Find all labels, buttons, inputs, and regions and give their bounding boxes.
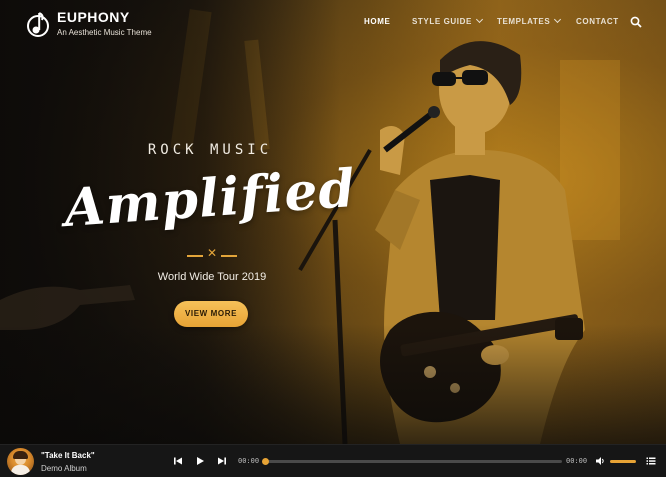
track-album: Demo Album [41,464,87,473]
current-time: 00:00 [238,457,260,465]
progress-bar[interactable] [262,458,562,465]
duration-time: 00:00 [566,457,588,465]
chevron-down-icon [475,15,483,24]
next-track-icon[interactable] [217,456,227,466]
play-icon[interactable] [195,456,205,466]
album-art[interactable] [7,448,34,475]
nav-item-contact[interactable]: CONTACT [576,17,619,26]
volume-slider[interactable] [610,460,636,463]
nav-item-home[interactable]: HOME [364,17,390,26]
site-header: EUPHONY An Aesthetic Music Theme HOME ST… [0,0,666,48]
nav-item-templates[interactable]: TEMPLATES [497,15,562,26]
volume-icon[interactable] [595,456,605,466]
nav-item-label: STYLE GUIDE [412,17,472,26]
playlist-icon[interactable] [646,456,656,466]
album-art-hair [13,451,28,459]
hero-bottom-fade [0,324,666,444]
site-tagline: An Aesthetic Music Theme [57,28,152,37]
site-title[interactable]: EUPHONY [57,9,130,25]
nav-item-label: TEMPLATES [497,17,551,26]
search-icon[interactable] [630,16,642,28]
tour-text: World Wide Tour 2019 [157,271,267,283]
divider-line [187,255,203,257]
album-art-figure [11,465,30,475]
nav-item-label: CONTACT [576,17,619,26]
cross-icon: ✕ [207,246,218,260]
track-title: "Take It Back" [41,451,95,460]
progress-handle[interactable] [262,458,269,465]
view-more-button[interactable]: VIEW MORE [174,301,248,327]
divider-line [221,255,237,257]
nav-item-label: HOME [364,17,391,26]
hero-divider: ✕ [187,246,237,260]
audio-player: "Take It Back" Demo Album 00:00 00:00 [0,444,666,477]
previous-track-icon[interactable] [173,456,183,466]
chevron-down-icon [554,15,562,24]
hero-subtitle: ROCK MUSIC [147,142,273,158]
music-note-logo-icon[interactable] [26,9,50,39]
nav-item-style-guide[interactable]: STYLE GUIDE [412,15,483,26]
